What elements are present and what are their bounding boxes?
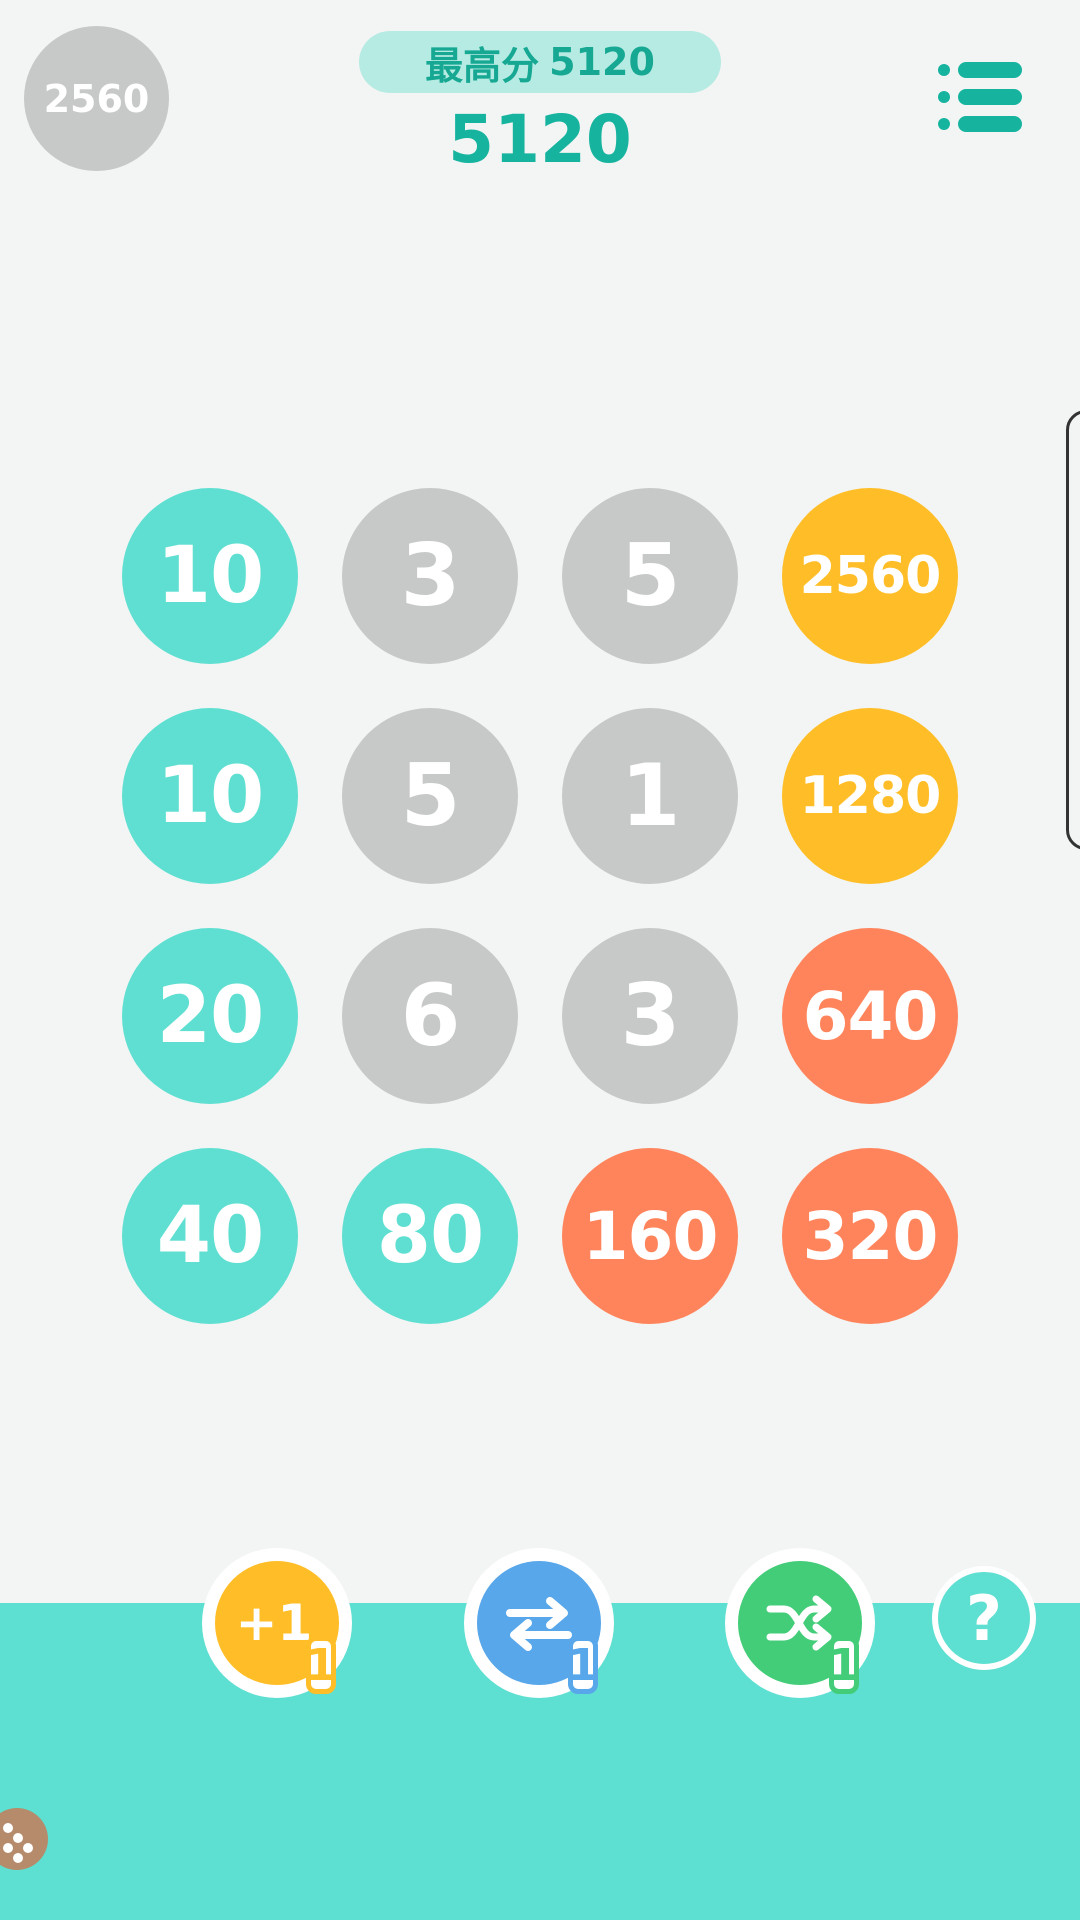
powerup-count-badge: 1: [568, 1636, 598, 1694]
shuffle-powerup-button[interactable]: 1: [725, 1548, 875, 1698]
tile-value: 10: [156, 531, 265, 621]
best-score-badge: 最高分 5120: [359, 31, 721, 93]
list-menu-icon[interactable]: [938, 62, 1022, 132]
tile-value: 5: [400, 746, 461, 846]
board-tile[interactable]: 1280: [782, 708, 958, 884]
best-score-label: 最高分: [425, 43, 540, 88]
board-tile[interactable]: 80: [342, 1148, 518, 1324]
next-tile-value: 2560: [43, 76, 150, 121]
board-tile[interactable]: 1: [562, 708, 738, 884]
board-tile[interactable]: 320: [782, 1148, 958, 1324]
tile-value: 5: [620, 526, 681, 626]
tile-value: 80: [376, 1191, 485, 1281]
tile-value: 20: [156, 971, 265, 1061]
next-tile-preview: 2560: [24, 26, 169, 171]
tile-value: 3: [620, 966, 681, 1066]
tile-value: 3: [400, 526, 461, 626]
board-tile[interactable]: 3: [342, 488, 518, 664]
board-tile[interactable]: 40: [122, 1148, 298, 1324]
swap-powerup-button[interactable]: 1: [464, 1548, 614, 1698]
question-mark-icon: ?: [966, 1581, 1002, 1655]
side-panel-handle[interactable]: [1066, 410, 1080, 850]
tile-value: 2560: [799, 546, 942, 606]
board-tile[interactable]: 160: [562, 1148, 738, 1324]
tile-value: 1280: [799, 766, 942, 826]
board-tile[interactable]: 10: [122, 708, 298, 884]
board-tile[interactable]: 3: [562, 928, 738, 1104]
help-button[interactable]: ?: [932, 1566, 1036, 1670]
tile-value: 40: [156, 1191, 265, 1281]
game-screen: 2560 最高分 5120 5120 10 3 5 2560 10 5 1 12…: [0, 0, 1080, 1920]
board-tile[interactable]: 20: [122, 928, 298, 1104]
board-tile[interactable]: 2560: [782, 488, 958, 664]
tile-value: 6: [400, 966, 461, 1066]
powerup-count-badge: 1: [829, 1636, 859, 1694]
powerup-count-badge: 1: [306, 1636, 336, 1694]
board-tile[interactable]: 5: [342, 708, 518, 884]
tile-value: 10: [156, 751, 265, 841]
tile-value: 160: [582, 1197, 719, 1275]
best-score-value: 5120: [549, 40, 655, 84]
board-tile[interactable]: 640: [782, 928, 958, 1104]
board-tile[interactable]: 10: [122, 488, 298, 664]
tile-value: 320: [802, 1197, 939, 1275]
plus-one-powerup-button[interactable]: +1 1: [202, 1548, 352, 1698]
game-board: 10 3 5 2560 10 5 1 1280 20 6 3 640 40 80…: [122, 488, 958, 1324]
tile-value: 640: [802, 977, 939, 1055]
current-score: 5120: [448, 101, 632, 178]
board-tile[interactable]: 5: [562, 488, 738, 664]
tile-value: 1: [620, 746, 681, 846]
board-tile[interactable]: 6: [342, 928, 518, 1104]
